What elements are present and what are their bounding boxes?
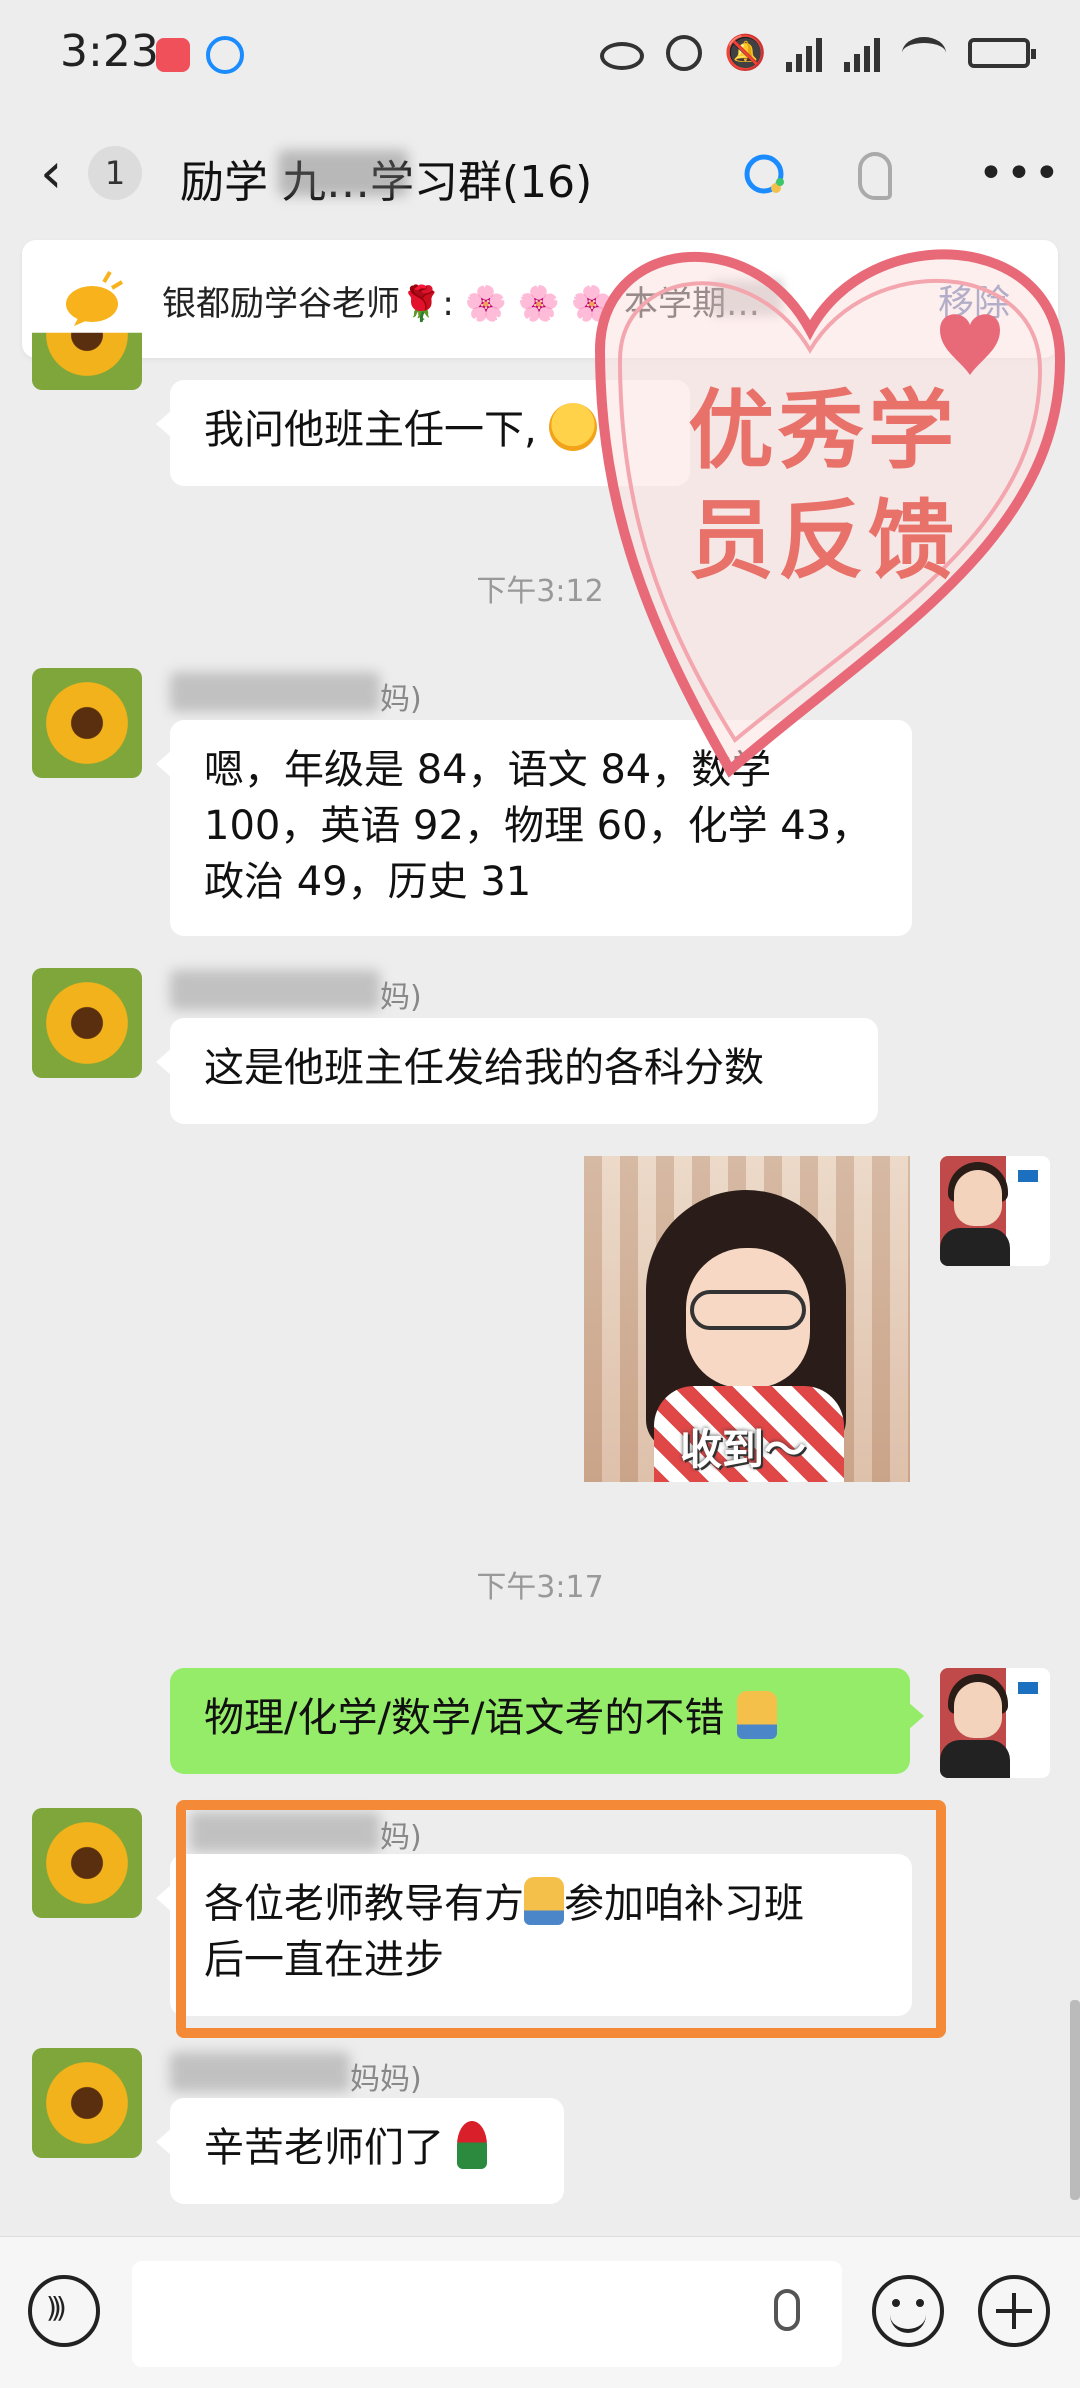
app-red-icon: [156, 38, 190, 72]
5g-signal-icon: [786, 34, 822, 72]
message-text: 物理/化学/数学/语文考的不错: [204, 1695, 725, 1741]
message-text-line: 政治 49，历史 31: [204, 859, 532, 905]
sender-name: 妈): [380, 980, 422, 1015]
my-avatar[interactable]: [940, 1156, 1050, 1266]
unread-badge[interactable]: 1: [88, 146, 142, 200]
emoji-button[interactable]: [872, 2275, 944, 2347]
sender-name-blur: [170, 2052, 350, 2092]
5g-signal-icon: [844, 34, 880, 72]
avatar-body: [940, 1228, 1010, 1266]
status-bar: 3:23 🔕: [0, 0, 1080, 110]
message-text: 这是他班主任发给我的各科分数: [204, 1045, 764, 1091]
thumbs-up-emoji-icon: [737, 1691, 778, 1739]
my-avatar[interactable]: [940, 1668, 1050, 1778]
rose-emoji-icon: [456, 2121, 487, 2169]
voice-toggle-button[interactable]: [28, 2275, 100, 2347]
message-bubble[interactable]: 这是他班主任发给我的各科分数: [156, 1018, 878, 1124]
sender-name-blur: [170, 970, 380, 1010]
message-bubble[interactable]: 辛苦老师们了: [156, 2098, 564, 2204]
avatar-face: [954, 1682, 1002, 1738]
avatar[interactable]: [32, 668, 142, 778]
avatar[interactable]: [32, 968, 142, 1078]
mute-icon: 🔕: [724, 33, 767, 73]
battery-icon: [968, 38, 1036, 68]
timestamp: 下午3:17: [476, 1570, 604, 1605]
message-text: 辛苦老师们了: [204, 2125, 444, 2171]
avatar-logo: [1018, 1170, 1038, 1230]
avatar-body: [940, 1740, 1010, 1778]
sender-name: 妈妈): [350, 2062, 422, 2097]
more-actions-button[interactable]: [978, 2275, 1050, 2347]
avatar[interactable]: [32, 1808, 142, 1918]
avatar-face: [954, 1170, 1002, 1226]
wifi-icon: [902, 37, 946, 69]
heart-overlay: 优秀学 员反馈: [560, 210, 1080, 830]
alarm-icon: [666, 35, 702, 71]
avatar[interactable]: [32, 2048, 142, 2158]
sticker-caption: 收到～: [680, 1425, 807, 1474]
ear-icon[interactable]: [858, 152, 892, 200]
announcement-icon: [66, 270, 124, 326]
my-message-bubble[interactable]: 物理/化学/数学/语文考的不错: [170, 1668, 924, 1774]
qq-icon[interactable]: [740, 150, 790, 200]
sticker-image[interactable]: 收到～: [584, 1156, 910, 1482]
sender-name: 妈): [380, 682, 422, 717]
status-icons: 🔕: [600, 33, 1036, 73]
back-icon[interactable]: ‹: [40, 146, 80, 202]
overlay-title-line2: 员反馈: [688, 491, 958, 591]
sender-name-blur: [170, 672, 380, 712]
title-blur: [278, 150, 408, 196]
overlay-title-line1: 优秀学: [688, 381, 958, 481]
scrollbar[interactable]: [1070, 2000, 1080, 2200]
sticker-glasses: [690, 1290, 806, 1330]
eye-icon: [600, 42, 644, 70]
avatar-logo: [1018, 1682, 1038, 1742]
qq-browser-icon: [206, 36, 244, 74]
status-time: 3:23: [60, 26, 159, 77]
input-bar: [0, 2236, 1080, 2388]
mic-icon[interactable]: [774, 2289, 800, 2331]
more-icon[interactable]: •••: [978, 152, 1062, 196]
message-input[interactable]: [132, 2261, 842, 2367]
highlight-box: [176, 1800, 946, 2038]
message-text: 我问他班主任一下,: [204, 407, 537, 453]
